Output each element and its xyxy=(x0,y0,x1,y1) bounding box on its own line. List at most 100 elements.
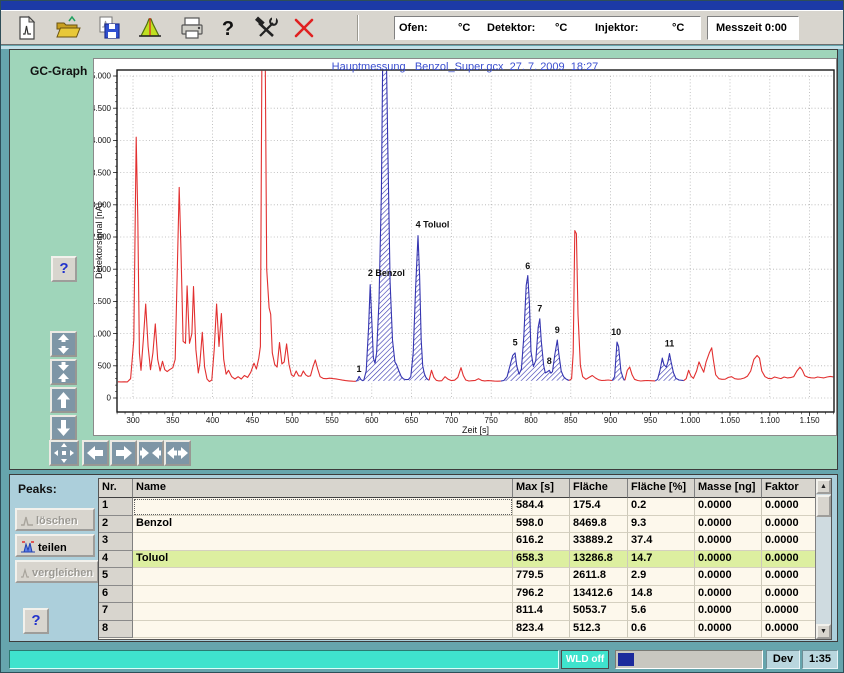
cell[interactable]: 0.0000 xyxy=(762,621,817,639)
cell[interactable]: 658.3 xyxy=(513,551,570,569)
cell[interactable]: 175.4 xyxy=(570,498,628,516)
help-button[interactable]: ? xyxy=(214,14,244,42)
chromatogram-button[interactable] xyxy=(136,14,166,42)
compare-peak-button[interactable]: vergleichen xyxy=(15,560,99,583)
cell[interactable]: Benzol xyxy=(133,516,513,534)
table-row[interactable]: 3616.233889.237.40.00000.0000 xyxy=(99,533,831,551)
abort-button[interactable] xyxy=(290,14,320,42)
column-header[interactable]: Masse [ng] xyxy=(695,479,762,498)
cell[interactable]: 0.0000 xyxy=(762,603,817,621)
cell[interactable]: 512.3 xyxy=(570,621,628,639)
table-row[interactable]: 5779.52611.82.90.00000.0000 xyxy=(99,568,831,586)
cell[interactable]: 14.8 xyxy=(628,586,695,604)
cell[interactable]: 0.0000 xyxy=(695,621,762,639)
chart-area[interactable]: 05001.0001.5002.0002.5003.0003.5004.0004… xyxy=(93,58,837,436)
scroll-down-button[interactable]: ▼ xyxy=(816,624,831,639)
column-header[interactable]: Faktor xyxy=(762,479,817,498)
cell[interactable]: 8469.8 xyxy=(570,516,628,534)
expand-horizontal-button[interactable] xyxy=(164,440,191,466)
table-row[interactable]: 6796.213412.614.80.00000.0000 xyxy=(99,586,831,604)
row-number-cell[interactable]: 3 xyxy=(99,533,133,551)
table-scrollbar[interactable]: ▲ ▼ xyxy=(815,479,831,639)
pan-right-button[interactable] xyxy=(110,440,137,466)
cell[interactable] xyxy=(133,603,513,621)
row-number-cell[interactable]: 5 xyxy=(99,568,133,586)
cell[interactable]: 616.2 xyxy=(513,533,570,551)
cell[interactable]: 33889.2 xyxy=(570,533,628,551)
cell[interactable]: 779.5 xyxy=(513,568,570,586)
table-row[interactable]: 4Toluol658.313286.814.70.00000.0000 xyxy=(99,551,831,569)
cell[interactable]: 0.0000 xyxy=(695,533,762,551)
cell[interactable] xyxy=(133,498,513,516)
cell[interactable]: 0.0000 xyxy=(695,498,762,516)
chromatogram-plot[interactable]: 05001.0001.5002.0002.5003.0003.5004.0004… xyxy=(94,59,838,437)
cell[interactable]: 5.6 xyxy=(628,603,695,621)
compress-horizontal-button[interactable] xyxy=(137,440,164,466)
column-header[interactable]: Fläche xyxy=(570,479,628,498)
cell[interactable]: 796.2 xyxy=(513,586,570,604)
cell[interactable]: 0.0000 xyxy=(695,568,762,586)
table-row[interactable]: 7811.45053.75.60.00000.0000 xyxy=(99,603,831,621)
cell[interactable]: 598.0 xyxy=(513,516,570,534)
move-all-button[interactable] xyxy=(49,440,79,466)
open-file-button[interactable] xyxy=(54,14,84,42)
cell[interactable]: 37.4 xyxy=(628,533,695,551)
table-row[interactable]: 8823.4512.30.60.00000.0000 xyxy=(99,621,831,639)
cell[interactable] xyxy=(133,568,513,586)
cell[interactable]: 5053.7 xyxy=(570,603,628,621)
row-number-cell[interactable]: 6 xyxy=(99,586,133,604)
cell[interactable]: 0.0000 xyxy=(762,551,817,569)
save-file-button[interactable] xyxy=(95,14,125,42)
cell[interactable]: 0.0000 xyxy=(695,551,762,569)
scrollbar-thumb[interactable] xyxy=(816,495,831,517)
cell[interactable]: 0.2 xyxy=(628,498,695,516)
cell[interactable]: 0.0000 xyxy=(695,603,762,621)
split-peak-button[interactable]: teilen xyxy=(15,534,95,557)
cell[interactable]: 0.6 xyxy=(628,621,695,639)
cell[interactable]: 14.7 xyxy=(628,551,695,569)
table-row[interactable]: 2Benzol598.08469.89.30.00000.0000 xyxy=(99,516,831,534)
column-header[interactable]: Fläche [%] xyxy=(628,479,695,498)
cell[interactable]: 2611.8 xyxy=(570,568,628,586)
cell[interactable] xyxy=(133,586,513,604)
column-header[interactable]: Name xyxy=(133,479,513,498)
pan-left-button[interactable] xyxy=(82,440,109,466)
scroll-up-button[interactable]: ▲ xyxy=(816,479,831,494)
cell[interactable] xyxy=(133,621,513,639)
row-number-cell[interactable]: 4 xyxy=(99,551,133,569)
compress-vertical-button[interactable] xyxy=(50,359,77,385)
cell[interactable]: Toluol xyxy=(133,551,513,569)
row-number-cell[interactable]: 2 xyxy=(99,516,133,534)
cell[interactable]: 0.0000 xyxy=(762,516,817,534)
cell[interactable]: 13286.8 xyxy=(570,551,628,569)
cell[interactable]: 0.0000 xyxy=(695,586,762,604)
settings-button[interactable] xyxy=(252,14,282,42)
row-number-cell[interactable]: 7 xyxy=(99,603,133,621)
cell[interactable]: 823.4 xyxy=(513,621,570,639)
peaks-help-button[interactable]: ? xyxy=(23,608,49,634)
row-number-cell[interactable]: 1 xyxy=(99,498,133,516)
cell[interactable]: 9.3 xyxy=(628,516,695,534)
print-button[interactable] xyxy=(178,14,208,42)
delete-peak-button[interactable]: löschen xyxy=(15,508,95,531)
cell[interactable]: 0.0000 xyxy=(762,498,817,516)
cell[interactable]: 2.9 xyxy=(628,568,695,586)
table-row[interactable]: 1584.4175.40.20.00000.0000 xyxy=(99,498,831,516)
cell[interactable] xyxy=(133,533,513,551)
cell[interactable]: 13412.6 xyxy=(570,586,628,604)
graph-help-button[interactable]: ? xyxy=(51,256,77,282)
cell[interactable]: 0.0000 xyxy=(695,516,762,534)
cell[interactable]: 0.0000 xyxy=(762,568,817,586)
new-measurement-button[interactable] xyxy=(13,14,43,42)
cell[interactable]: 584.4 xyxy=(513,498,570,516)
pan-up-button[interactable] xyxy=(50,387,77,413)
cell[interactable]: 0.0000 xyxy=(762,533,817,551)
pan-down-button[interactable] xyxy=(50,415,77,441)
column-header[interactable]: Nr. xyxy=(99,479,133,498)
expand-vertical-button[interactable] xyxy=(50,331,77,357)
cell[interactable]: 811.4 xyxy=(513,603,570,621)
wld-status-button[interactable]: WLD off xyxy=(561,650,609,669)
column-header[interactable]: Max [s] xyxy=(513,479,570,498)
row-number-cell[interactable]: 8 xyxy=(99,621,133,639)
cell[interactable]: 0.0000 xyxy=(762,586,817,604)
